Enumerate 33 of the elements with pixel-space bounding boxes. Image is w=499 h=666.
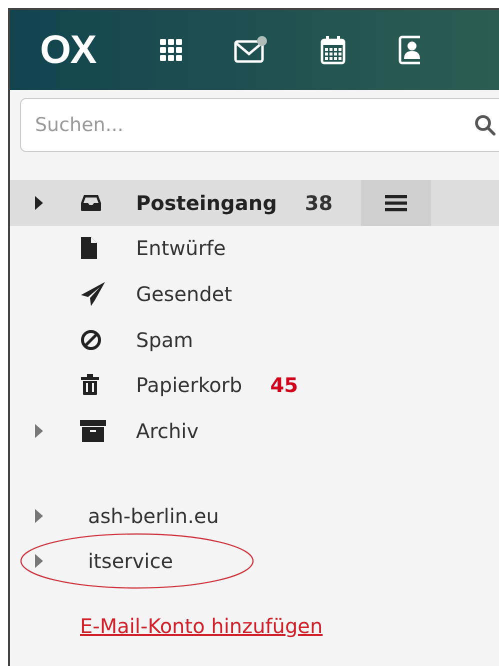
ban-icon [80,328,102,351]
account-name[interactable]: ash-berlin.eu [88,504,219,528]
contact-card-icon[interactable] [398,35,420,65]
paper-plane-icon [80,280,106,307]
folder-menu-button[interactable] [360,180,431,226]
mail-icon[interactable] [234,36,268,64]
folder-item[interactable]: Entwürfe [10,226,499,272]
file-icon [80,236,98,260]
add-account-link[interactable]: E-Mail-Konto hinzufügen [80,614,323,638]
folder-item[interactable]: Archiv [10,408,499,454]
unread-count: 45 [270,373,298,398]
calendar-icon[interactable] [320,35,346,65]
archive-box-icon [80,420,106,442]
folder-name: Posteingang [136,190,277,215]
folder-name: Spam [136,328,194,352]
folder-item[interactable]: Gesendet [10,271,499,317]
folder-name: Archiv [136,418,199,443]
logo[interactable]: OX [40,28,160,72]
folder-item[interactable]: Papierkorb 45 [10,362,499,408]
expand-caret-icon[interactable] [35,196,43,210]
folder-name: Gesendet [136,282,232,306]
inbox-icon [80,194,102,212]
folder-name: Papierkorb [136,373,242,398]
hamburger-menu-icon [384,194,407,212]
app-grid-icon[interactable] [160,39,182,61]
folder-item[interactable]: Posteingang 38 [10,180,499,226]
search-field[interactable]: Suchen... [20,98,499,152]
unread-count: 38 [304,190,333,215]
folder-item[interactable]: Spam [10,316,499,362]
trash-icon [80,374,100,396]
search-icon[interactable] [474,114,496,136]
account-name[interactable]: itservice [88,549,174,574]
folder-name: Entwürfe [136,236,226,260]
